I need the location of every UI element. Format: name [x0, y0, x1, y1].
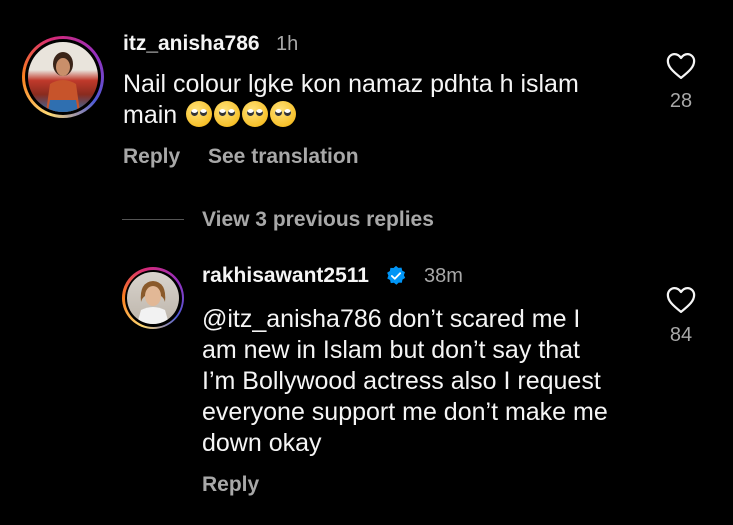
- eye-roll-emoji: [242, 101, 269, 127]
- comment-username[interactable]: itz_anisha786: [123, 32, 260, 56]
- comment-text: Nail colour lgke kon namaz pdhta h islam…: [123, 69, 653, 131]
- reply-text-line: am new in Islam but don’t say that: [202, 336, 580, 364]
- eye-roll-emoji: [214, 101, 241, 127]
- reply-text-line: @itz_anisha786 don’t scared me I: [202, 305, 581, 333]
- reply-text: @itz_anisha786 don’t scared me I am new …: [202, 304, 652, 459]
- reply-text-line: I’m Bollywood actress also I request: [202, 367, 601, 395]
- replies-divider: [122, 219, 184, 220]
- reply-reply-button[interactable]: Reply: [202, 473, 259, 497]
- comment-like-count: 28: [669, 90, 693, 112]
- heart-outline-icon[interactable]: [666, 286, 696, 314]
- eye-roll-emoji: [186, 101, 213, 127]
- comment-text-line2: main: [123, 101, 178, 129]
- comment-timestamp: 1h: [276, 33, 299, 55]
- view-previous-replies-button[interactable]: View 3 previous replies: [202, 208, 434, 232]
- eye-roll-emoji: [270, 101, 297, 127]
- comment-reply-button[interactable]: Reply: [123, 145, 180, 169]
- reply-timestamp: 38m: [424, 265, 463, 287]
- reply-username[interactable]: rakhisawant2511: [202, 264, 369, 288]
- see-translation-button[interactable]: See translation: [208, 145, 359, 169]
- avatar-rakhisawant2511[interactable]: [122, 267, 184, 329]
- comment-text-line1: Nail colour lgke kon namaz pdhta h islam: [123, 70, 579, 98]
- reply-like-count: 84: [669, 324, 693, 346]
- reply-text-line: down okay: [202, 429, 322, 457]
- profile-photo: [46, 52, 80, 112]
- profile-photo: [137, 281, 169, 324]
- heart-outline-icon[interactable]: [666, 52, 696, 80]
- reply-text-line: everyone support me don’t make me: [202, 398, 608, 426]
- avatar-itz-anisha786[interactable]: [22, 36, 104, 118]
- verified-badge-icon: [387, 265, 406, 285]
